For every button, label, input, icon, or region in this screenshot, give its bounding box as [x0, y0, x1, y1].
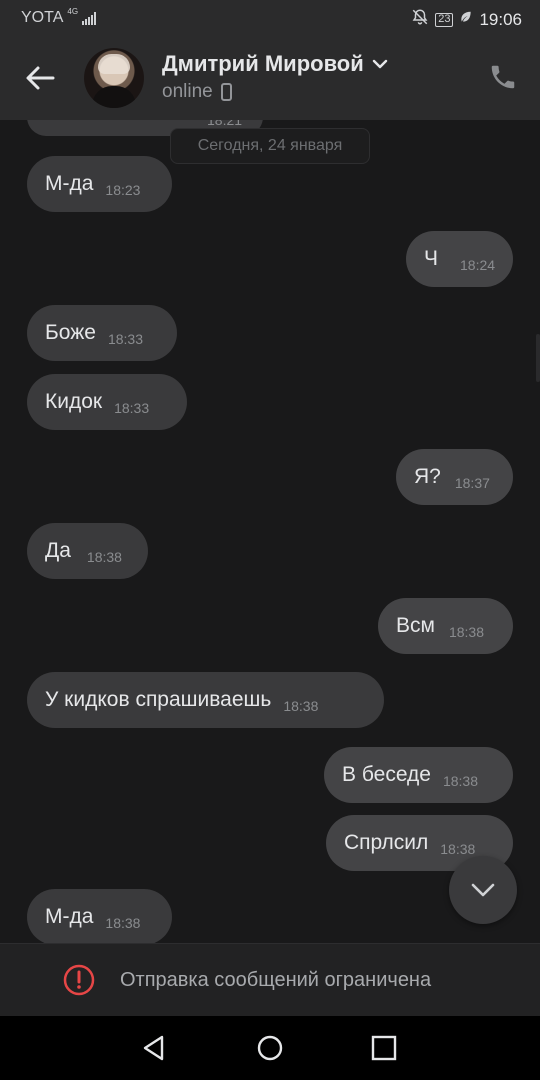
message-bubble-incoming[interactable]: Боже 18:33	[27, 305, 177, 361]
message-time: 18:38	[283, 698, 319, 714]
triangle-back-icon	[143, 1035, 164, 1061]
nav-recents-button[interactable]	[368, 1032, 400, 1064]
mobile-device-icon	[220, 83, 232, 101]
message-time: 18:37	[454, 475, 490, 491]
alert-circle-icon	[63, 964, 95, 996]
online-status-label: online	[162, 81, 213, 102]
message-text: Кидок	[45, 390, 103, 413]
message-text: Боже	[45, 321, 96, 344]
chevron-down-icon	[471, 883, 495, 897]
call-button[interactable]	[488, 62, 520, 94]
contact-name-label: Дмитрий Мировой	[162, 51, 364, 76]
message-bubble-incoming[interactable]: М-да 18:23	[27, 156, 172, 212]
message-time: 18:33	[107, 331, 143, 347]
message-bubble-outgoing[interactable]: Всм 18:38	[378, 598, 513, 654]
message-text: Да	[45, 539, 71, 562]
message-bubble-outgoing[interactable]: В беседе 18:38	[324, 747, 513, 803]
battery-level: 23	[438, 13, 451, 25]
message-bubble-incoming[interactable]: М-да 18:38	[27, 889, 172, 943]
phone-icon	[491, 65, 515, 89]
message-time: 18:38	[86, 549, 122, 565]
message-time: 18:38	[442, 773, 479, 789]
mute-icon	[411, 8, 429, 31]
status-bar: YOTA 4G 23 19:06	[0, 0, 540, 36]
message-text: Всм	[396, 614, 435, 637]
message-text: У кидков спрашиваешь	[45, 688, 272, 711]
message-bubble-incoming[interactable]: Да 18:38	[27, 523, 148, 579]
message-bubble-outgoing[interactable]: Ч 18:24	[406, 231, 513, 287]
carrier-label: YOTA	[21, 9, 64, 26]
contact-name[interactable]: Дмитрий Мировой	[162, 51, 388, 77]
signal-icon	[82, 11, 97, 25]
messaging-restricted-banner: Отправка сообщений ограничена	[0, 943, 540, 1016]
date-separator: Сегодня, 24 января	[170, 128, 370, 164]
back-arrow-icon	[26, 66, 55, 90]
contact-status: online	[162, 81, 232, 103]
message-text: Я?	[414, 465, 441, 488]
message-bubble-incoming[interactable]: Кидок 18:33	[27, 374, 187, 430]
message-text: М-да	[45, 905, 94, 928]
square-recents-icon	[371, 1035, 397, 1061]
circle-home-icon	[257, 1035, 283, 1061]
message-time: 18:24	[460, 257, 496, 273]
clock: 19:06	[479, 9, 522, 29]
nav-home-button[interactable]	[254, 1032, 286, 1064]
restricted-text: Отправка сообщений ограничена	[120, 969, 432, 991]
message-bubble-incoming[interactable]: У кидков спрашиваешь 18:38	[27, 672, 384, 728]
network-type-label: 4G	[67, 7, 79, 16]
scroll-to-bottom-button[interactable]	[449, 856, 517, 924]
message-text: Спрлсил	[344, 831, 429, 854]
message-text: В беседе	[342, 763, 431, 786]
status-left: YOTA 4G	[21, 7, 97, 27]
status-right: 23 19:06	[411, 8, 522, 31]
back-button[interactable]	[20, 58, 60, 98]
message-bubble-outgoing[interactable]: Я? 18:37	[396, 449, 513, 505]
message-time: 18:21	[207, 120, 243, 128]
chat-header: Дмитрий Мировой online	[0, 36, 540, 120]
message-text: Ч	[424, 247, 438, 270]
message-time: 18:38	[448, 624, 484, 640]
system-nav-bar	[0, 1016, 540, 1080]
avatar[interactable]	[84, 48, 144, 108]
battery-icon: 23	[435, 12, 454, 27]
scrollbar[interactable]	[536, 334, 540, 382]
message-time: 18:38	[105, 915, 141, 931]
message-text: М-да	[45, 172, 94, 195]
nav-back-button[interactable]	[138, 1032, 170, 1064]
leaf-icon	[459, 10, 473, 29]
message-time: 18:23	[105, 182, 141, 198]
message-time: 18:33	[114, 400, 150, 416]
chevron-down-icon	[372, 59, 387, 69]
message-list[interactable]: 18:21 Сегодня, 24 января М-да 18:23 Ч 18…	[0, 120, 540, 943]
message-time: 18:38	[440, 841, 476, 857]
